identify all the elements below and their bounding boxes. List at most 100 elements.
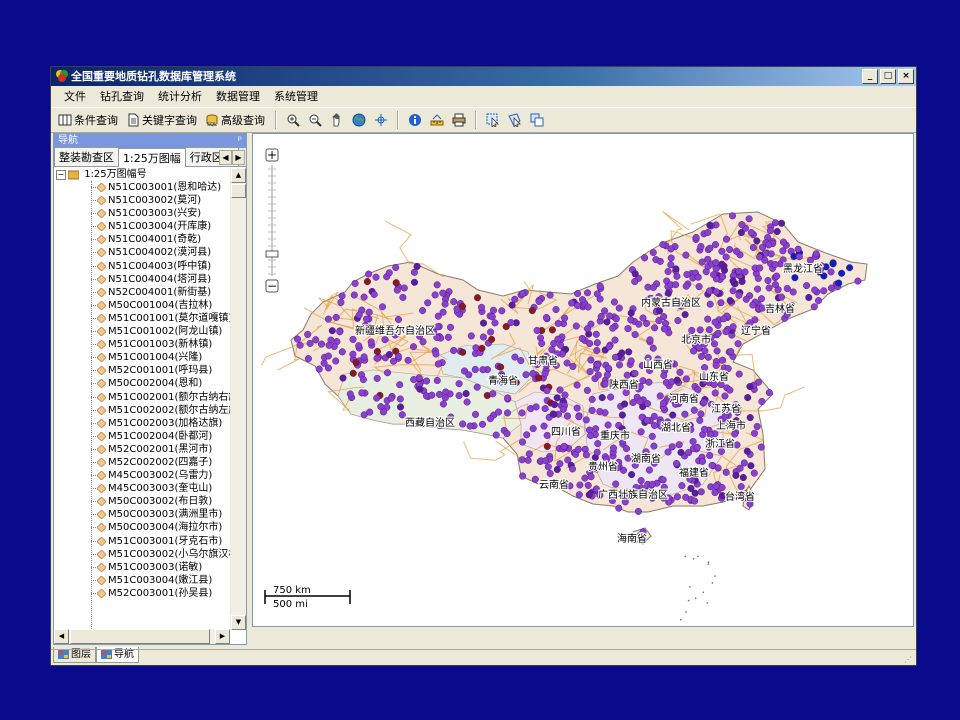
borehole-point[interactable] — [466, 422, 474, 430]
borehole-point[interactable] — [611, 336, 619, 344]
tree-item[interactable]: M50C001004(吉拉林) — [54, 299, 230, 312]
borehole-point[interactable] — [682, 375, 690, 383]
borehole-point[interactable] — [718, 247, 726, 255]
borehole-point[interactable] — [428, 391, 436, 399]
borehole-point[interactable] — [712, 259, 720, 267]
borehole-point[interactable] — [779, 256, 787, 264]
borehole-point[interactable] — [708, 461, 716, 469]
borehole-point[interactable] — [701, 364, 709, 372]
select-tool[interactable] — [482, 110, 504, 130]
borehole-point[interactable] — [399, 293, 407, 301]
borehole-point[interactable] — [627, 357, 635, 365]
borehole-point[interactable] — [389, 357, 397, 365]
borehole-point[interactable] — [611, 353, 619, 361]
borehole-point[interactable] — [729, 287, 737, 295]
borehole-point[interactable] — [479, 319, 487, 327]
minimize-button[interactable]: _ — [862, 69, 878, 84]
borehole-point[interactable] — [503, 409, 511, 417]
borehole-point[interactable] — [557, 341, 565, 349]
borehole-point[interactable] — [639, 314, 647, 322]
maximize-button[interactable]: □ — [880, 69, 896, 84]
borehole-point[interactable] — [377, 403, 385, 411]
borehole-point[interactable] — [655, 317, 663, 325]
borehole-point[interactable] — [773, 227, 781, 235]
borehole-point[interactable] — [578, 334, 586, 342]
borehole-point[interactable] — [594, 371, 602, 379]
borehole-point[interactable] — [697, 410, 705, 418]
borehole-point[interactable] — [574, 302, 582, 310]
borehole-point[interactable] — [667, 254, 675, 262]
borehole-point[interactable] — [722, 253, 730, 261]
select-by-shape-tool[interactable] — [504, 110, 526, 130]
borehole-point[interactable] — [394, 315, 402, 323]
borehole-point[interactable] — [494, 408, 502, 416]
borehole-point[interactable] — [729, 212, 737, 220]
borehole-point[interactable] — [656, 257, 664, 265]
tree-item[interactable]: M51C003002(小乌尔旗汉林场) — [54, 548, 230, 561]
borehole-point[interactable] — [726, 297, 734, 305]
borehole-point[interactable] — [584, 325, 592, 333]
scroll-thumb[interactable] — [231, 184, 246, 198]
borehole-point[interactable] — [697, 242, 705, 250]
borehole-point[interactable] — [758, 295, 766, 303]
condition-query-button[interactable]: 条件查询 — [55, 110, 121, 130]
borehole-point[interactable] — [596, 282, 604, 290]
borehole-point[interactable] — [735, 291, 743, 299]
borehole-point[interactable] — [336, 328, 344, 336]
borehole-point[interactable] — [746, 382, 754, 390]
borehole-point[interactable] — [569, 465, 577, 473]
borehole-point[interactable] — [593, 339, 601, 347]
borehole-point[interactable] — [706, 431, 714, 439]
borehole-point[interactable] — [489, 390, 497, 398]
borehole-point[interactable] — [487, 328, 495, 336]
borehole-point[interactable] — [441, 394, 449, 402]
borehole-point[interactable] — [392, 279, 400, 287]
tree-item[interactable]: M51C001001(莫尔道嘎镇) — [54, 312, 230, 325]
borehole-point[interactable] — [518, 456, 526, 464]
borehole-point[interactable] — [434, 323, 442, 331]
borehole-point[interactable] — [393, 286, 401, 294]
tree-item[interactable]: N51C003002(莫河) — [54, 194, 230, 207]
borehole-point[interactable] — [543, 431, 551, 439]
borehole-point[interactable] — [459, 348, 467, 356]
borehole-point[interactable] — [584, 303, 592, 311]
tree-item[interactable]: M52C003001(孙吴县) — [54, 587, 230, 600]
borehole-point[interactable] — [738, 278, 746, 286]
borehole-point[interactable] — [439, 308, 447, 316]
borehole-point[interactable] — [689, 438, 697, 446]
borehole-point[interactable] — [572, 322, 580, 330]
borehole-point[interactable] — [553, 394, 561, 402]
borehole-point[interactable] — [518, 409, 526, 417]
borehole-point[interactable] — [548, 326, 556, 334]
borehole-point[interactable] — [373, 347, 381, 355]
borehole-point[interactable] — [710, 271, 718, 279]
borehole-point[interactable] — [649, 344, 657, 352]
borehole-point[interactable] — [740, 459, 748, 467]
borehole-point[interactable] — [593, 448, 601, 456]
borehole-point[interactable] — [779, 247, 787, 255]
borehole-point[interactable] — [552, 305, 560, 313]
borehole-point[interactable] — [522, 371, 530, 379]
borehole-point[interactable] — [583, 386, 591, 394]
borehole-point[interactable] — [612, 480, 620, 488]
borehole-point[interactable] — [294, 335, 302, 343]
borehole-point[interactable] — [463, 398, 471, 406]
borehole-point[interactable] — [712, 288, 720, 296]
borehole-point[interactable] — [560, 442, 568, 450]
borehole-point[interactable] — [618, 411, 626, 419]
borehole-point[interactable] — [645, 378, 653, 386]
borehole-point[interactable] — [673, 460, 681, 468]
borehole-point[interactable] — [649, 248, 657, 256]
borehole-point[interactable] — [519, 290, 527, 298]
borehole-point[interactable] — [746, 414, 754, 422]
borehole-point[interactable] — [462, 390, 470, 398]
borehole-point[interactable] — [771, 281, 779, 289]
tree-item[interactable]: M51C002004(卧都河) — [54, 430, 230, 443]
borehole-point[interactable] — [504, 394, 512, 402]
tree-item[interactable]: M51C001002(阿龙山镇) — [54, 325, 230, 338]
borehole-point[interactable] — [637, 477, 645, 485]
borehole-point[interactable] — [574, 445, 582, 453]
borehole-point[interactable] — [392, 263, 400, 271]
borehole-point[interactable] — [439, 400, 447, 408]
borehole-point[interactable] — [592, 330, 600, 338]
